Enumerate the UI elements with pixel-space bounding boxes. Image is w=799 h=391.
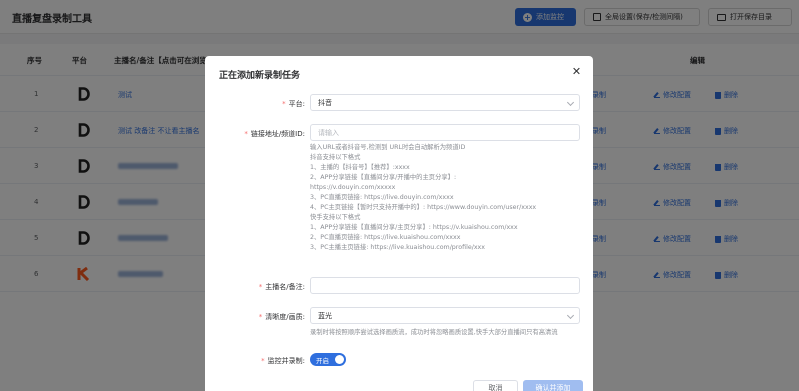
note-input[interactable] <box>310 277 580 294</box>
note-label: * 主播名/备注: <box>258 283 305 291</box>
url-label: * 链接地址/频道ID: <box>244 130 305 138</box>
help-line: 2、PC直播页链接: https://live.kuaishou.com/xxx… <box>310 234 461 241</box>
toggle-knob <box>335 355 344 364</box>
url-placeholder: 请输入 <box>318 128 339 137</box>
help-line: 4、PC主页链接【暂时只支持开播中的】: https://www.douyin.… <box>310 204 537 211</box>
help-line: 3、PC主播主页链接: https://live.kuaishou.com/pr… <box>310 244 486 251</box>
quality-select[interactable]: 蓝光 <box>310 307 580 324</box>
url-input[interactable]: 请输入 <box>310 124 580 141</box>
quality-label: * 清晰度/画质: <box>258 313 305 321</box>
help-line: 3、PC直播页链接: https://live.douyin.com/xxxx <box>310 194 454 201</box>
dialog-title: 正在添加新录制任务 <box>219 71 301 81</box>
help-line: https://v.douyin.com/xxxxx <box>310 184 396 191</box>
cancel-button[interactable]: 取消 <box>473 380 518 391</box>
help-line: 1、APP分享链接【直播间分享/主页分享】: https://v.kuaisho… <box>310 224 518 231</box>
help-line: 2、APP分享链接【直播间分享/开播中的主页分享】: <box>310 174 457 181</box>
chevron-down-icon <box>566 98 575 107</box>
monitor-toggle[interactable]: 开启 <box>310 353 346 366</box>
help-line: 抖音支持以下格式 <box>310 154 361 161</box>
platform-select[interactable]: 抖音 <box>310 94 580 111</box>
url-help-text: 输入URL或者抖音号,检测到 URL时会自动解析为频道ID 抖音支持以下格式 1、主… <box>310 143 585 253</box>
close-icon[interactable]: ✕ <box>569 64 584 79</box>
monitor-label: * 监控并录制: <box>261 357 305 365</box>
quality-value: 蓝光 <box>318 311 332 320</box>
quality-help-text: 录制时将按照顺序尝试选择画质流，成功时将忽略画质设置,快手大部分直播间只有高清流 <box>310 329 558 336</box>
help-line: 快手支持以下格式 <box>310 214 361 221</box>
chevron-down-icon <box>566 311 575 320</box>
monitor-toggle-text: 开启 <box>316 357 329 365</box>
help-line: 输入URL或者抖音号,检测到 URL时会自动解析为频道ID <box>310 144 466 151</box>
platform-label: * 平台: <box>282 100 305 108</box>
help-line: 1、主播的【抖音号】【推荐】:xxxx <box>310 164 410 171</box>
platform-value: 抖音 <box>318 98 332 107</box>
confirm-add-button[interactable]: 确认并添加 <box>523 380 583 391</box>
add-task-dialog: 正在添加新录制任务 ✕ * 平台: 抖音 * 链接地址/频道ID: 请输入 输入UR… <box>205 56 593 391</box>
